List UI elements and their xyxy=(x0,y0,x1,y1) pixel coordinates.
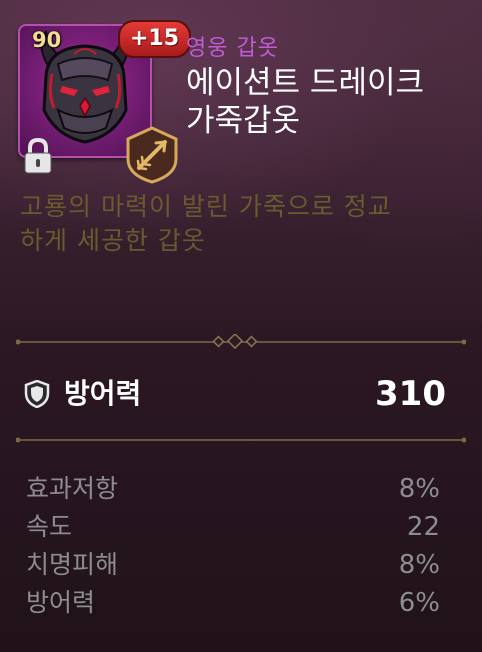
item-level-badge: 90 xyxy=(32,28,62,52)
sub-stat-label: 치명피해 xyxy=(26,550,119,579)
sub-stat-row: 속도 22 xyxy=(26,508,440,546)
main-stat-row: 방어력 310 xyxy=(20,374,450,414)
sub-stat-row: 효과저항 8% xyxy=(26,470,440,508)
main-stat-value: 310 xyxy=(375,374,446,414)
stat-divider xyxy=(16,437,466,443)
sub-stat-value: 22 xyxy=(406,512,440,542)
item-description: 고룡의 마력이 발린 가죽으로 정교 하게 세공한 갑옷 xyxy=(20,190,468,258)
sub-stat-row: 방어력 6% xyxy=(26,584,440,622)
sub-stats-list: 효과저항 8% 속도 22 치명피해 8% 방어력 6% xyxy=(26,470,440,622)
sub-stat-label: 효과저항 xyxy=(26,474,119,503)
shield-icon xyxy=(24,380,50,408)
main-stat-label: 방어력 xyxy=(64,377,142,410)
ornament-divider xyxy=(16,334,466,350)
item-description-line1: 고룡의 마력이 발린 가죽으로 정교 xyxy=(20,192,392,221)
item-rarity: 영웅 갑옷 xyxy=(186,36,279,61)
item-tooltip-panel: 90 +15 영웅 갑옷 에이션트 드레이크 가죽갑옷 고룡의 마력이 발린 가… xyxy=(0,0,482,652)
item-name-line1: 에이션트 드레이크 xyxy=(186,65,425,101)
item-description-line2: 하게 세공한 갑옷 xyxy=(20,226,206,255)
sub-stat-value: 8% xyxy=(398,550,440,580)
item-icon-frame[interactable]: 90 +15 xyxy=(18,20,192,184)
sub-stat-label: 방어력 xyxy=(26,588,96,617)
sub-stat-value: 8% xyxy=(398,474,440,504)
sub-stat-value: 6% xyxy=(398,588,440,618)
item-name-line2: 가죽갑옷 xyxy=(186,103,301,139)
enhancement-badge: +15 xyxy=(118,20,192,58)
lock-icon[interactable] xyxy=(22,136,54,176)
arrow-class-icon xyxy=(126,126,178,184)
sub-stat-label: 속도 xyxy=(26,512,73,541)
item-name: 에이션트 드레이크 가죽갑옷 xyxy=(186,64,424,140)
sub-stat-row: 치명피해 8% xyxy=(26,546,440,584)
